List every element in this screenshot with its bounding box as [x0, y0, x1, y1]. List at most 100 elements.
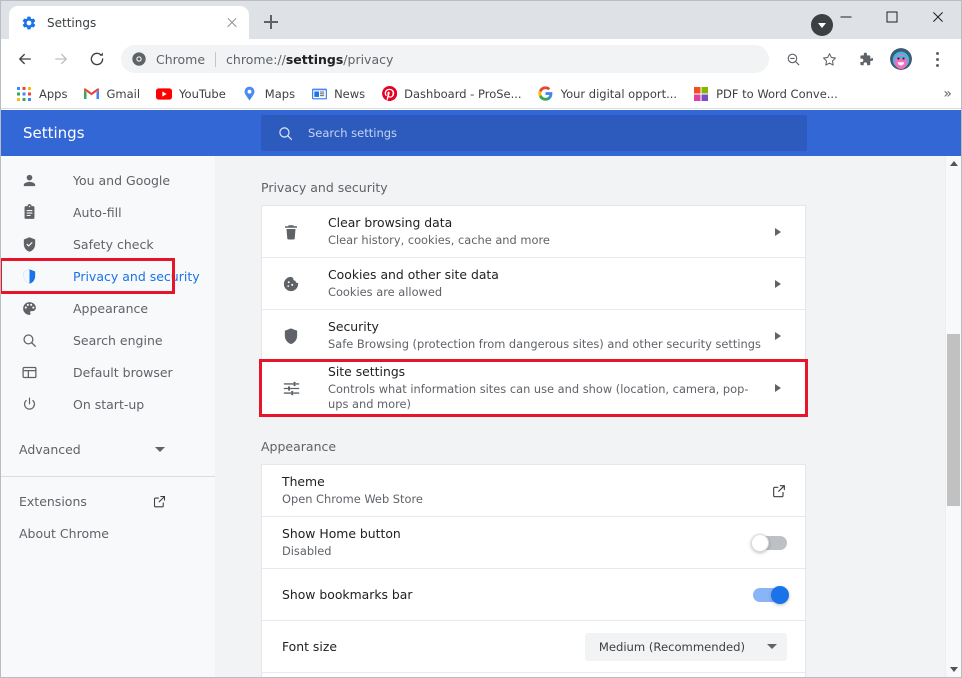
row-site-settings[interactable]: Site settings Controls what information …	[262, 362, 805, 414]
chevron-down-icon	[767, 644, 777, 649]
row-title: Security	[328, 319, 763, 335]
font-size-selected-value: Medium (Recommended)	[599, 640, 745, 654]
close-window-button[interactable]	[915, 1, 961, 33]
bookmark-apps[interactable]: Apps	[9, 83, 74, 105]
omnibox-scheme-label: Chrome	[156, 52, 205, 67]
sidebar-item-appearance[interactable]: Appearance	[1, 292, 215, 324]
settings-sidebar: You and Google Auto-fill Safety check	[1, 156, 215, 677]
scrollbar-thumb[interactable]	[947, 334, 960, 506]
maximize-button[interactable]	[869, 1, 915, 33]
appearance-card: Theme Open Chrome Web Store Show Home bu…	[261, 464, 806, 677]
page-title: Settings	[23, 124, 261, 142]
toolbar-actions	[775, 44, 955, 74]
tab-strip: Settings	[1, 1, 961, 39]
minimize-button[interactable]	[823, 1, 869, 33]
close-icon[interactable]	[223, 14, 241, 32]
sliders-icon	[280, 377, 302, 399]
bookmark-label: YouTube	[179, 87, 226, 101]
tab-title: Settings	[47, 16, 223, 30]
scroll-up-icon[interactable]	[946, 156, 961, 171]
window-icon	[19, 362, 39, 382]
font-size-select[interactable]: Medium (Recommended)	[585, 633, 787, 661]
bookmark-label: Apps	[39, 87, 67, 101]
external-link-icon	[152, 494, 167, 509]
sidebar-item-label: Extensions	[19, 494, 152, 509]
section-title-privacy: Privacy and security	[261, 180, 961, 195]
forward-icon[interactable]	[46, 44, 76, 74]
row-title: Font size	[282, 639, 573, 655]
page-scrollbar[interactable]	[945, 156, 961, 677]
sidebar-item-safety-check[interactable]: Safety check	[1, 228, 215, 260]
search-input[interactable]: Search settings	[261, 115, 807, 151]
browser-menu-icon[interactable]	[922, 44, 952, 74]
apps-grid-icon	[16, 86, 32, 102]
shield-check-icon	[19, 234, 39, 254]
address-bar[interactable]: Chrome chrome://settings/privacy	[121, 45, 769, 73]
bookmark-label: PDF to Word Conve...	[716, 87, 838, 101]
sidebar-item-privacy-and-security[interactable]: Privacy and security	[1, 260, 173, 292]
row-title: Show Home button	[282, 526, 741, 542]
bookmarks-bar: Apps Gmail YouTube	[1, 79, 961, 109]
url-suffix: /privacy	[343, 52, 393, 67]
row-text: Site settings Controls what information …	[328, 364, 763, 412]
reload-icon[interactable]	[82, 44, 112, 74]
pinterest-icon	[381, 86, 397, 102]
sidebar-item-auto-fill[interactable]: Auto-fill	[1, 196, 215, 228]
show-home-button-toggle[interactable]	[753, 536, 787, 550]
sidebar-item-label: Privacy and security	[73, 269, 200, 284]
bookmark-dashboard[interactable]: Dashboard - ProSe...	[374, 83, 528, 105]
bookmark-gmail[interactable]: Gmail	[76, 83, 147, 105]
sidebar-item-you-and-google[interactable]: You and Google	[1, 164, 215, 196]
row-font-size[interactable]: Font size Medium (Recommended)	[262, 621, 805, 673]
row-show-home-button[interactable]: Show Home button Disabled	[262, 517, 805, 569]
zoom-out-icon[interactable]	[778, 44, 808, 74]
bookmark-youtube[interactable]: YouTube	[149, 83, 233, 105]
sidebar-item-advanced[interactable]: Advanced	[1, 432, 215, 466]
bookmark-label: Maps	[265, 87, 295, 101]
sidebar-item-label: On start-up	[73, 397, 144, 412]
row-show-bookmarks-bar[interactable]: Show bookmarks bar	[262, 569, 805, 621]
chevron-right-icon	[775, 280, 787, 288]
row-theme[interactable]: Theme Open Chrome Web Store	[262, 465, 805, 517]
toggle-knob	[771, 586, 789, 604]
sidebar-advanced-label: Advanced	[19, 442, 155, 457]
bookmark-maps[interactable]: Maps	[235, 83, 302, 105]
new-tab-button[interactable]	[257, 8, 285, 36]
search-placeholder: Search settings	[308, 126, 397, 140]
back-icon[interactable]	[10, 44, 40, 74]
browser-tab-settings[interactable]: Settings	[9, 6, 249, 39]
row-customise-fonts[interactable]: Customise fonts	[262, 673, 805, 677]
url-bold-segment: settings	[286, 52, 343, 67]
sidebar-item-on-start-up[interactable]: On start-up	[1, 388, 215, 420]
scroll-down-icon[interactable]	[946, 662, 961, 677]
puzzle-icon[interactable]	[850, 44, 880, 74]
external-link-icon[interactable]	[771, 483, 787, 499]
bookmark-news[interactable]: News	[304, 83, 372, 105]
sidebar-item-label: Search engine	[73, 333, 163, 348]
sidebar-item-search-engine[interactable]: Search engine	[1, 324, 215, 356]
sidebar-item-about-chrome[interactable]: About Chrome	[1, 517, 215, 549]
search-icon	[277, 125, 294, 142]
sidebar-item-default-browser[interactable]: Default browser	[1, 356, 215, 388]
row-text: Show bookmarks bar	[282, 587, 741, 603]
bookmark-your-digital-opportunity[interactable]: Your digital opport...	[531, 83, 684, 105]
row-clear-browsing-data[interactable]: Clear browsing data Clear history, cooki…	[262, 206, 805, 258]
window-controls	[823, 1, 961, 33]
maps-pin-icon	[242, 86, 258, 102]
omnibox-url: chrome://settings/privacy	[226, 52, 393, 67]
sidebar-item-extensions[interactable]: Extensions	[1, 485, 215, 517]
youtube-icon	[156, 86, 172, 102]
row-cookies-and-other-site-data[interactable]: Cookies and other site data Cookies are …	[262, 258, 805, 310]
power-icon	[19, 394, 39, 414]
show-bookmarks-bar-toggle[interactable]	[753, 588, 787, 602]
bookmarks-overflow-icon[interactable]: »	[943, 86, 951, 102]
avatar[interactable]	[886, 44, 916, 74]
clipboard-icon	[19, 202, 39, 222]
star-icon[interactable]	[814, 44, 844, 74]
bookmark-pdf-to-word[interactable]: PDF to Word Conve...	[686, 83, 845, 105]
bookmark-label: Gmail	[106, 87, 140, 101]
chevron-right-icon	[775, 332, 787, 340]
sidebar-item-label: Appearance	[73, 301, 148, 316]
row-security[interactable]: Security Safe Browsing (protection from …	[262, 310, 805, 362]
sidebar-item-label: You and Google	[73, 173, 170, 188]
